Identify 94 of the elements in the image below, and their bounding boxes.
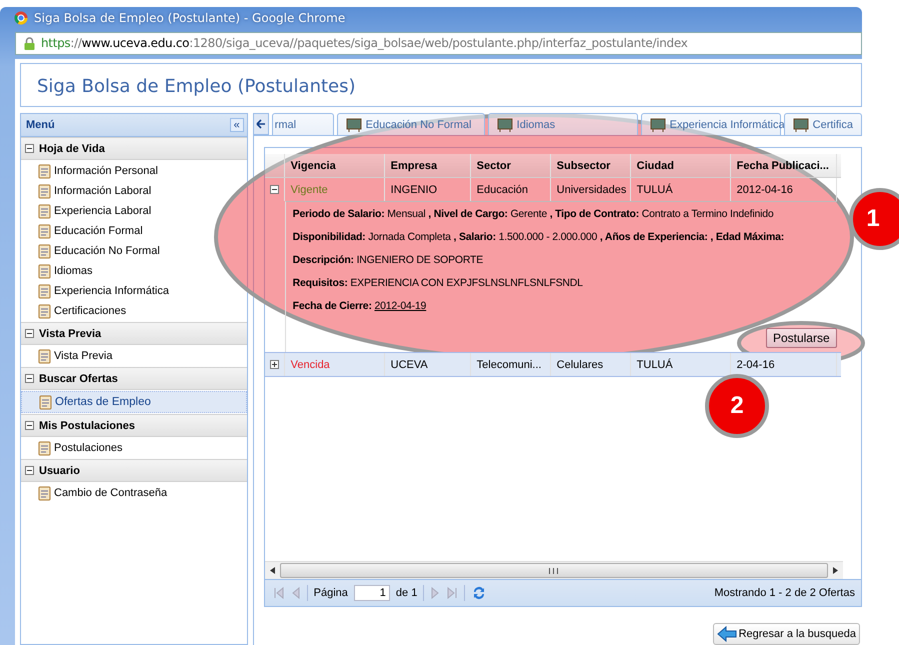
scroll-right-icon[interactable] [833,567,838,574]
menu-item[interactable]: Experiencia Laboral [21,201,247,221]
document-icon [37,184,52,198]
tab[interactable]: rmal [272,113,334,135]
menu-item[interactable]: Idiomas [21,261,247,281]
document-icon [37,304,52,318]
tab[interactable]: Educación No Formal [336,113,485,135]
menu-group-header[interactable]: Usuario [21,459,247,482]
closing-date-label: Fecha de Cierre: [292,300,372,312]
menu-title: Menú [26,119,55,131]
table-cell: Educación [476,184,528,196]
column-header[interactable]: Subsector [550,154,631,177]
browser-logo-icon [14,11,28,26]
document-icon [37,244,52,258]
menu-item[interactable]: Educación No Formal [21,241,247,261]
menu-item[interactable]: Certificaciones [21,301,247,321]
document-icon [37,440,52,456]
table-cell: Telecomuni... [476,358,542,370]
tab[interactable]: Idiomas [488,113,638,135]
menu-item[interactable]: Cambio de Contraseña [21,483,247,503]
column-header[interactable]: Sector [470,154,551,177]
column-header[interactable]: Fecha Publicaci... [730,154,837,177]
next-page-icon[interactable] [430,587,440,599]
table-cell: TULUÁ [636,358,673,370]
closing-date-link[interactable]: 2012-04-19 [374,300,426,312]
column-header[interactable]: Ciudad [630,154,731,177]
page-label: Página [314,587,348,599]
tab-icon [792,118,809,132]
document-icon [37,348,52,364]
status-text: Vencida [290,358,330,370]
table-cell: 2-04-16 [736,358,775,370]
menu-group-header[interactable]: Mis Postulaciones [21,414,247,437]
document-icon [37,204,52,218]
last-page-icon[interactable] [446,587,458,599]
menu-group-header[interactable]: Vista Previa [21,322,247,345]
group-label: Vista Previa [39,328,102,340]
tab[interactable]: Certifica [784,113,862,135]
menu-item[interactable]: Experiencia Informática [21,281,247,301]
status-text: Vigente [290,184,328,196]
table-cell: Universidades [556,184,626,196]
scroll-left-button[interactable] [252,113,269,135]
address-bar[interactable]: https://www.uceva.edu.co:1280/siga_uceva//paquetes/siga_bolsae/web/postulante.php/interfaz_postulante/index [15,32,862,55]
page-title: Siga Bolsa de Empleo (Postulantes) [37,76,356,97]
apply-button[interactable]: Postularse [766,328,837,348]
menu-item[interactable]: Vista Previa [21,346,247,366]
group-label: Hoja de Vida [39,142,105,154]
first-page-icon[interactable] [272,587,285,599]
table-row[interactable]: Vigente INGENIO Educación Universidades TULUÁ 2012-04-16 [264,178,841,201]
url-text: https://www.uceva.edu.co:1280/siga_uceva//paquetes/siga_bolsae/web/postulante.php/interfaz_postulante/index [41,36,688,50]
collapse-button[interactable]: « [230,118,244,132]
page-number-field[interactable]: 1 [354,585,390,601]
previous-page-icon[interactable] [290,587,301,599]
detail-text: Requisitos: EXPERIENCIA CON EXPJFSLNSLNFLSNLFSNDL [292,277,584,291]
group-label: Mis Postulaciones [39,420,135,432]
table-cell: INGENIO [390,184,438,196]
detail-text: Disponibilidad: Jornada Completa , Salario: 1.500.000 - 2.000.000 , Años de Experiencia: , Edad Máxima: [292,231,786,245]
arrow-left-icon [716,626,737,642]
document-icon [37,224,52,238]
document-icon [37,264,52,278]
menu-group-header[interactable]: Hoja de Vida [21,137,247,160]
menu-item[interactable]: Información Laboral [21,181,247,201]
document-icon [37,284,52,298]
table-cell: Celulares [556,358,604,370]
tab-icon [496,118,513,132]
column-header[interactable]: Empresa [384,154,471,177]
scroll-left-icon[interactable] [270,567,275,574]
menu-item[interactable]: Educación Formal [21,221,247,241]
arrow-left-icon [256,119,266,129]
menu-item[interactable]: Información Personal [21,161,247,181]
detail-text: Periodo de Salario: Mensual , Nivel de Cargo: Gerente , Tipo de Contrato: Contrato a Termino Indefinido [292,208,775,222]
back-to-search-button[interactable]: Regresar a la busqueda [712,623,860,645]
menu-item[interactable]: Postulaciones [21,438,247,458]
group-label: Usuario [39,464,80,476]
horizontal-scrollbar[interactable] [264,561,843,579]
table-cell: UCEVA [390,358,428,370]
detail-text: Descripción: INGENIERO DE SOPORTE [292,254,484,268]
tab-icon [650,118,666,132]
table-row[interactable]: Vencida UCEVA Telecomuni... Celulares TULUÁ 2-04-16 [264,352,841,377]
table-cell: 2012-04-16 [736,184,793,196]
results-summary: Mostrando 1 - 2 de 2 Ofertas [714,587,855,599]
expand-icon[interactable] [270,360,279,369]
collapse-icon[interactable] [270,185,279,194]
lock-icon [24,36,35,50]
tab-icon [346,118,362,132]
table-cell: TULUÁ [636,184,673,196]
column-header[interactable]: Vigencia [284,154,385,177]
document-icon [37,164,52,178]
window-title: Siga Bolsa de Empleo (Postulante) - Google Chrome [34,11,346,26]
menu-item[interactable]: Ofertas de Empleo [21,391,247,413]
group-label: Buscar Ofertas [39,372,118,384]
document-icon [38,394,53,410]
page-count-label: de 1 [396,587,418,599]
menu-group-header[interactable]: Buscar Ofertas [21,367,247,390]
document-icon [37,486,52,500]
